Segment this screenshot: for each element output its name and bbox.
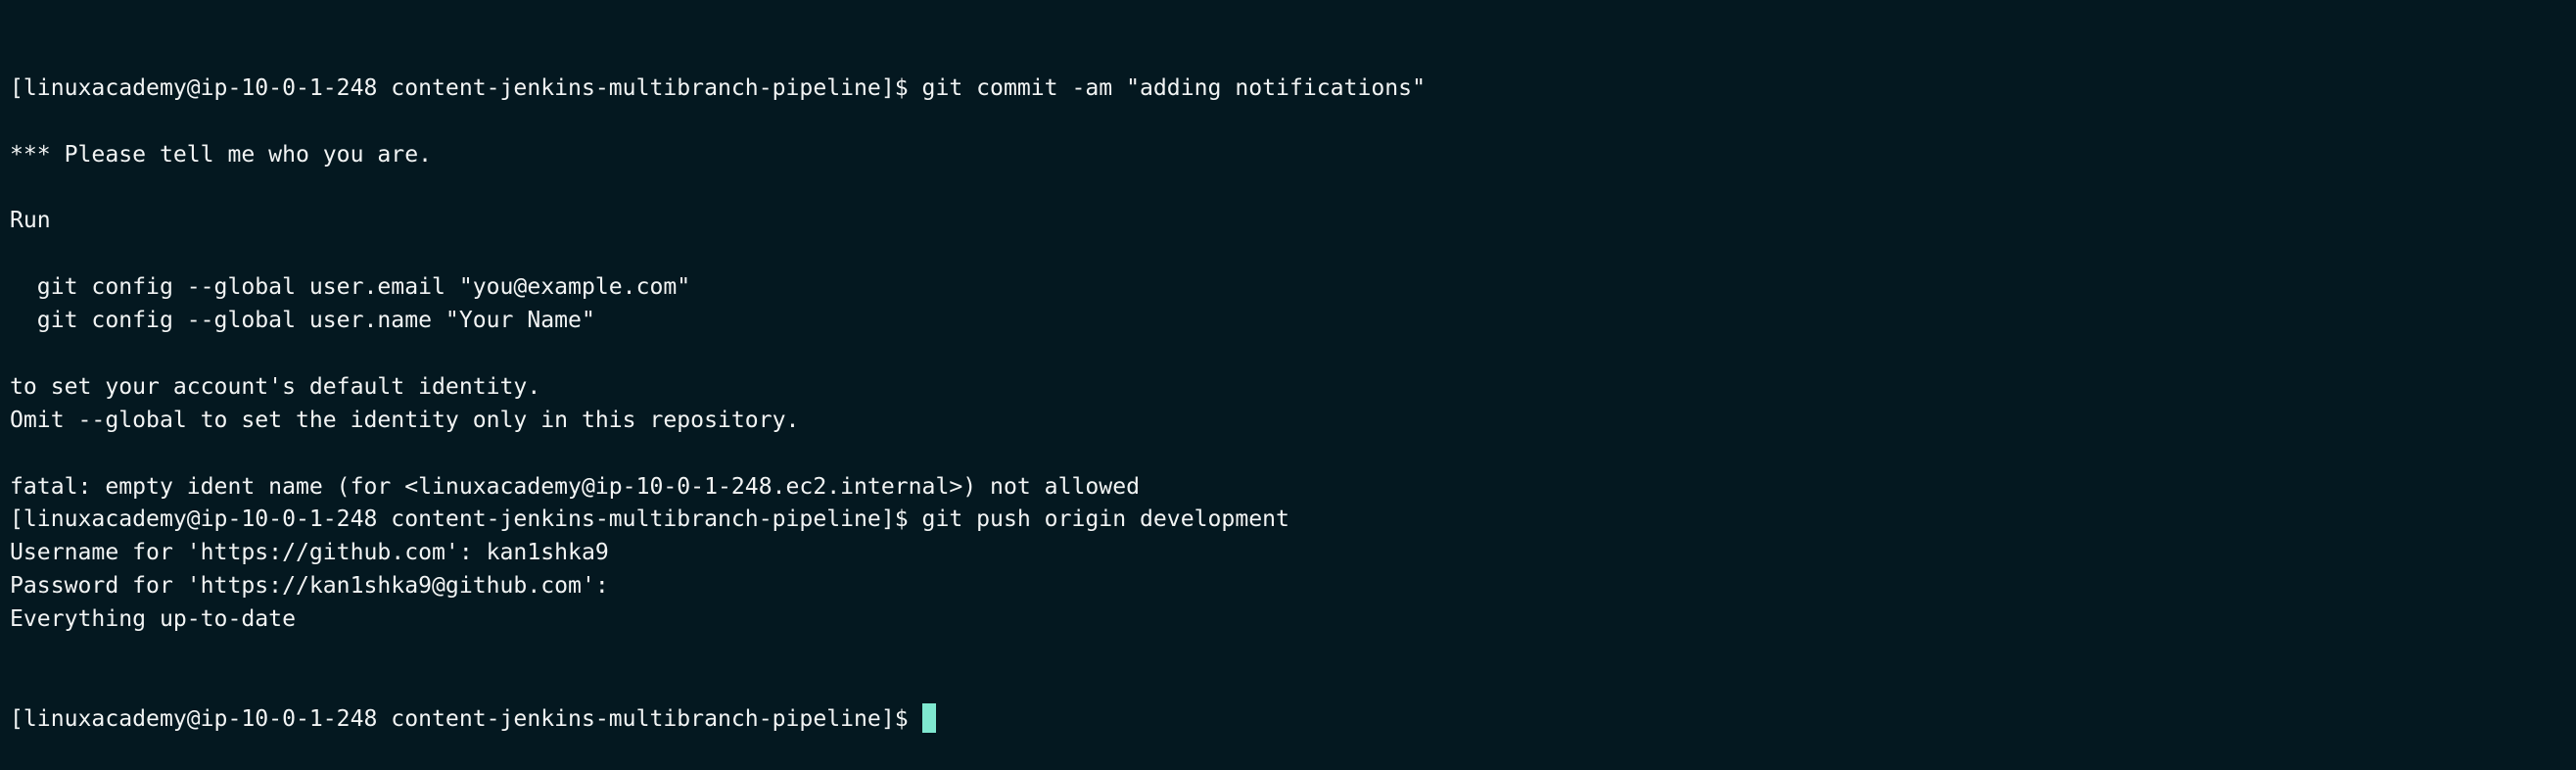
terminal-line: Password for 'https://kan1shka9@github.c…: [10, 573, 609, 600]
terminal-line: [linuxacademy@ip-10-0-1-248 content-jenk…: [10, 74, 1426, 101]
terminal-line: to set your account's default identity.: [10, 373, 541, 400]
terminal-line: fatal: empty ident name (for <linuxacade…: [10, 473, 1140, 500]
shell-prompt: [linuxacademy@ip-10-0-1-248 content-jenk…: [10, 705, 922, 732]
terminal-cursor: [921, 702, 936, 733]
terminal-line: Everything up-to-date: [10, 606, 296, 633]
terminal-line: git config --global user.name "Your Name…: [10, 308, 595, 334]
terminal-line: *** Please tell me who you are.: [10, 141, 433, 168]
terminal-prompt-line[interactable]: [linuxacademy@ip-10-0-1-248 content-jenk…: [10, 702, 1426, 737]
terminal-output[interactable]: [linuxacademy@ip-10-0-1-248 content-jenk…: [10, 6, 1426, 770]
terminal-history: [linuxacademy@ip-10-0-1-248 content-jenk…: [10, 72, 1426, 637]
terminal-line: Omit --global to set the identity only i…: [10, 407, 800, 433]
terminal-line: git config --global user.email "you@exam…: [10, 274, 691, 301]
terminal-line: [linuxacademy@ip-10-0-1-248 content-jenk…: [10, 506, 1289, 533]
terminal-line: Run: [10, 208, 51, 234]
terminal-line: Username for 'https://github.com': kan1s…: [10, 540, 609, 566]
